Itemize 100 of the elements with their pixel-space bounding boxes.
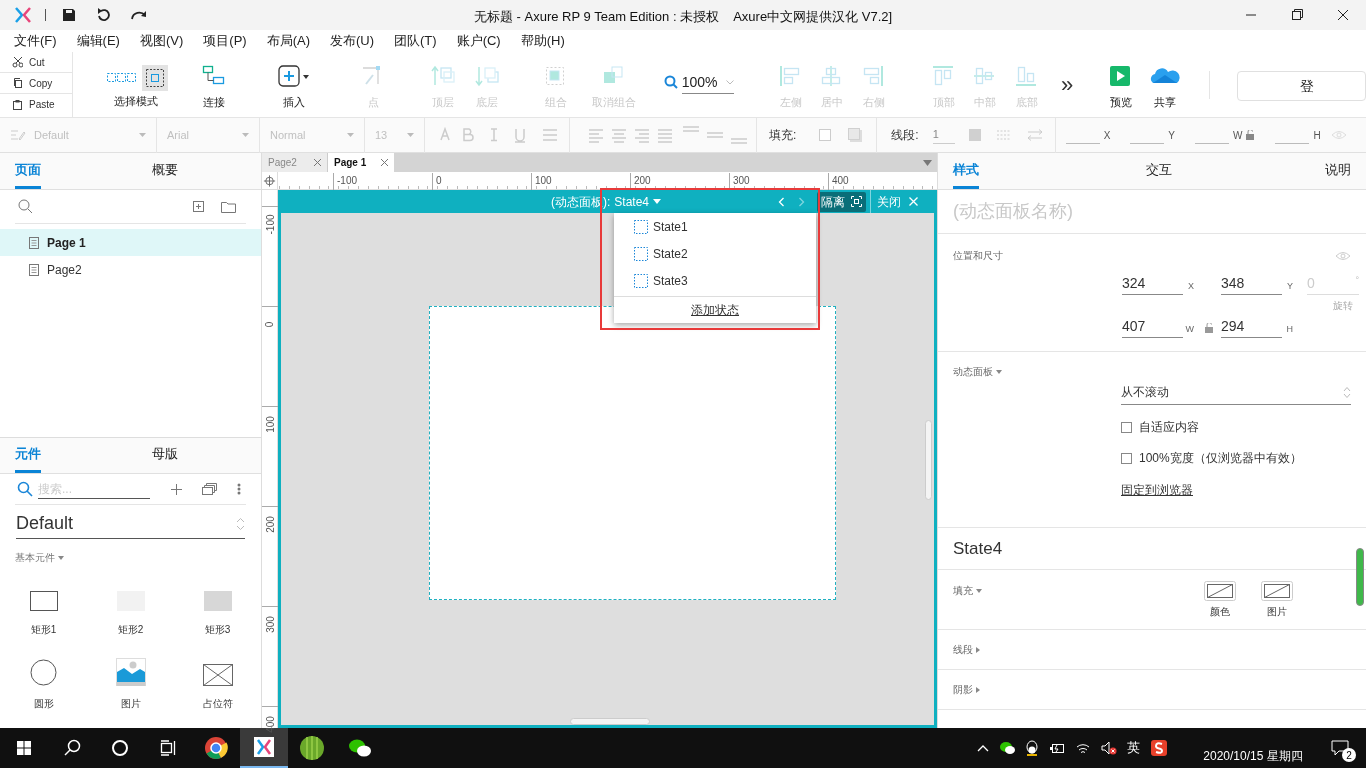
wifi-icon[interactable] [1075,741,1091,755]
menu-item[interactable]: 视图(V) [139,31,184,51]
state-menu-item[interactable]: State1 [614,213,816,240]
line-width-field[interactable]: 1 [932,126,955,144]
page-item[interactable]: Page2 [0,256,261,283]
caret-right-icon [976,646,980,653]
page-icon [29,236,39,249]
placeholder-icon [202,664,233,686]
battery-icon[interactable] [1049,742,1065,754]
fill-swatch-button[interactable]: 颜色 [1204,581,1236,619]
coordinate-field[interactable]: 324 X [1122,272,1194,295]
checkbox[interactable] [1121,421,1132,433]
fill-color-swatch-icon[interactable] [818,128,833,142]
close-icon[interactable] [314,159,321,166]
panel-tab[interactable]: 元件 [15,438,41,473]
coordinate-field[interactable]: 294 H [1221,315,1293,338]
login-button[interactable]: 登 [1236,71,1366,101]
line-label: 线段: [891,127,919,144]
menu-item[interactable]: 账户(C) [456,31,501,51]
chevron-left-icon[interactable] [778,196,786,207]
section-title[interactable]: 基本元件 [15,550,55,565]
search-icon[interactable] [18,199,33,214]
crosshair-icon[interactable] [262,172,278,190]
lock-icon[interactable] [1205,323,1213,333]
rectangle-icon [28,590,59,612]
panel-tab[interactable]: 页面 [15,153,41,189]
add-state-link[interactable]: 添加状态 [691,301,739,319]
isolate-button[interactable]: 隔离 [817,191,867,212]
scrollbar-thumb[interactable] [925,420,932,500]
toolbar-button[interactable]: 共享 [1145,52,1185,117]
empty-swatch-icon [1261,581,1293,601]
line-color-swatch-icon[interactable] [968,129,981,141]
contain-select-button[interactable] [142,65,169,91]
shadow-swatch-icon[interactable] [848,128,863,142]
widget-tile[interactable]: 矩形2 [87,581,174,637]
section-title[interactable]: 填充 [953,583,973,598]
menu-item[interactable]: 团队(T) [394,31,437,51]
toolbar-button[interactable]: 预览 [1103,52,1140,117]
field-caption: 旋转 [1333,299,1353,313]
folder-icon[interactable] [221,200,236,213]
page-item[interactable]: Page 1 [0,229,261,256]
more-button[interactable]: » [1061,68,1074,94]
state-menu-item[interactable]: State2 [614,240,816,267]
pin-to-browser-link[interactable]: 固定到浏览器 [1121,481,1193,499]
library-icon[interactable] [202,483,217,495]
paste-button[interactable]: Paste [0,94,72,115]
coordinate-field[interactable]: 407 W [1122,315,1194,338]
panel-tab[interactable]: 样式 [953,153,979,189]
panel-tab[interactable]: 母版 [152,438,178,473]
scrollbar-thumb[interactable] [570,718,650,725]
page-tab[interactable]: Page 1 [328,153,394,172]
panel-tab[interactable]: 概要 [152,153,178,189]
menu-item[interactable]: 布局(A) [266,31,310,51]
coordinate-label: H [1313,128,1321,143]
caret-icon[interactable] [923,159,932,166]
plus-icon[interactable] [171,483,182,495]
scrollbar-thumb[interactable] [1356,548,1364,606]
toolbar-button[interactable]: 连接 [193,52,234,117]
penguin-icon[interactable] [1025,740,1039,756]
library-dropdown[interactable]: Default [16,509,245,539]
widget-tile[interactable]: 圆形 [0,655,87,711]
menu-item[interactable]: 帮助(H) [520,31,565,51]
add-page-icon[interactable] [193,201,204,212]
chat-bubbles-icon[interactable] [999,741,1015,755]
search-icon[interactable] [663,75,678,89]
widget-tile[interactable]: 矩形3 [174,581,261,637]
panel-tab[interactable]: 交互 [1146,153,1172,189]
section-title[interactable]: 线段 [953,642,973,657]
state-icon [634,273,648,288]
close-icon[interactable] [381,159,388,166]
save-icon[interactable] [62,8,76,22]
coordinate-field[interactable]: 348 Y [1221,272,1293,295]
volume-muted-icon[interactable] [1101,741,1117,755]
state-menu-item[interactable]: State3 [614,267,816,294]
menu-item[interactable]: 编辑(E) [76,31,120,51]
more-vertical-icon[interactable] [237,483,241,495]
widget-tile[interactable]: 图片 [87,655,174,711]
widget-tile[interactable]: 占位符 [174,655,261,711]
lock-icon[interactable] [1246,130,1256,140]
input-language-indicator[interactable]: 英 [1127,738,1140,758]
copy-button[interactable]: Copy [0,73,72,94]
checkbox[interactable] [1121,452,1132,464]
scroll-dropdown[interactable]: 从不滚动 [1121,380,1351,405]
section-title[interactable]: 阴影 [953,682,973,697]
toolbar-button[interactable]: 插入 [271,52,318,117]
zoom-field[interactable]: 100% [681,72,734,94]
section-title[interactable]: 动态面板 [953,364,993,379]
widget-tile[interactable]: 矩形1 [0,581,87,637]
menu-item[interactable]: 文件(F) [14,31,57,51]
cut-button[interactable]: Cut [0,52,72,73]
coordinate-label: X [1103,128,1111,143]
fill-swatch-button[interactable]: 图片 [1261,581,1293,619]
menu-item[interactable]: 发布(U) [330,31,375,51]
search-icon [17,481,33,497]
menu-item[interactable]: 项目(P) [203,31,247,51]
chevron-up-icon[interactable] [977,744,989,752]
panel-tab[interactable]: 说明 [1325,153,1351,189]
undo-icon[interactable] [96,7,112,23]
page-icon [29,263,39,276]
sogou-icon[interactable] [1150,739,1168,757]
